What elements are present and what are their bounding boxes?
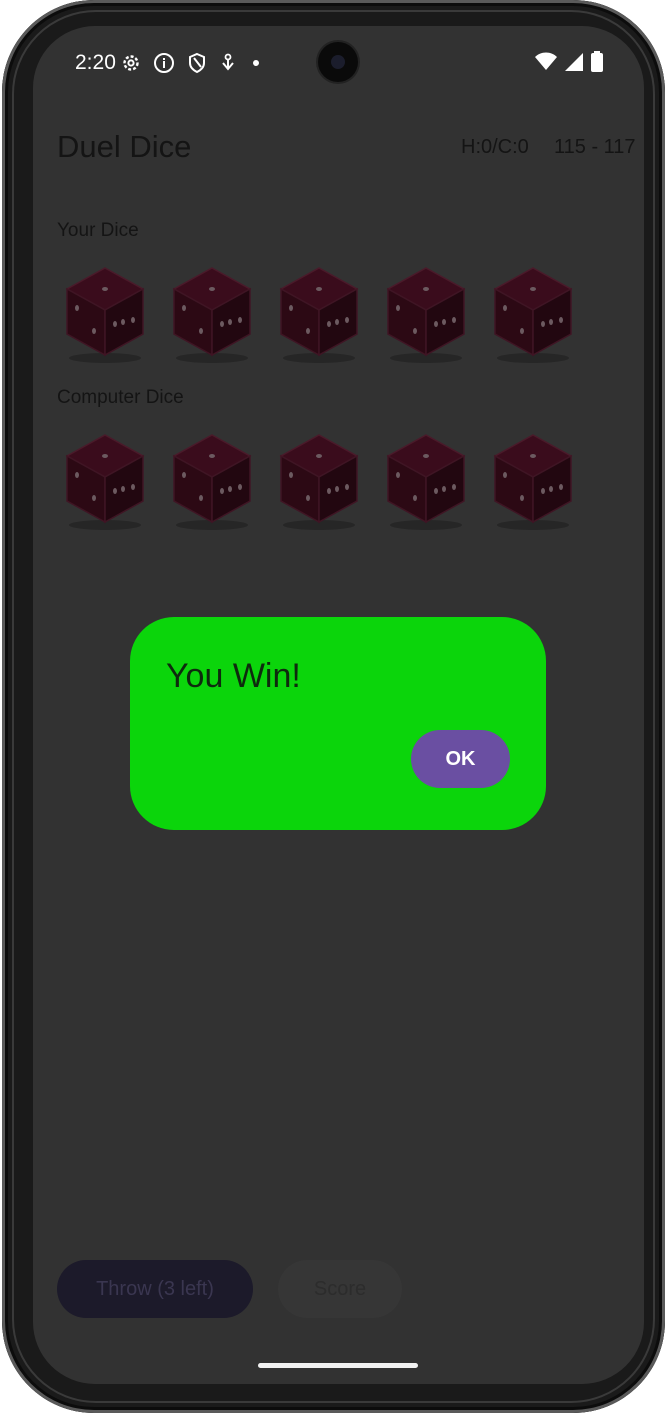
die-icon — [277, 433, 361, 531]
head-to-head-score: H:0/C:0 — [461, 136, 529, 158]
die-icon[interactable] — [170, 266, 254, 364]
home-indicator[interactable] — [258, 1363, 418, 1368]
status-time: 2:20 — [75, 51, 116, 74]
score-button[interactable]: Score — [278, 1260, 402, 1318]
ok-button[interactable]: OK — [411, 730, 510, 788]
screen: 2:20 Duel Dice H:0/C:0 115 - 117 Your Di… — [33, 26, 644, 1384]
status-right-icons — [534, 51, 604, 79]
computer-dice-row — [63, 433, 598, 531]
die-icon[interactable] — [384, 266, 468, 364]
result-dialog: You Win! OK — [130, 617, 546, 830]
throw-button[interactable]: Throw (3 left) — [57, 1260, 253, 1318]
total-score: 115 - 117 — [554, 136, 636, 158]
your-dice-label: Your Dice — [57, 220, 139, 241]
battery-icon — [590, 51, 604, 79]
die-icon[interactable] — [63, 266, 147, 364]
wifi-icon — [534, 52, 558, 78]
camera-cutout — [318, 42, 358, 82]
die-icon[interactable] — [491, 266, 575, 364]
shield-icon — [187, 52, 207, 74]
die-icon — [170, 433, 254, 531]
die-icon — [491, 433, 575, 531]
download-icon — [219, 52, 237, 74]
dialog-message: You Win! — [166, 657, 301, 695]
signal-icon — [564, 52, 584, 78]
dot-icon — [249, 56, 263, 70]
your-dice-row — [63, 266, 598, 364]
app-title: Duel Dice — [57, 129, 192, 164]
gear-icon — [121, 53, 141, 73]
die-icon — [63, 433, 147, 531]
status-left-icons — [121, 52, 263, 74]
die-icon[interactable] — [277, 266, 361, 364]
info-icon — [153, 52, 175, 74]
status-bar: 2:20 — [33, 26, 644, 98]
computer-dice-label: Computer Dice — [57, 387, 184, 408]
die-icon — [384, 433, 468, 531]
phone-frame: 2:20 Duel Dice H:0/C:0 115 - 117 Your Di… — [2, 0, 665, 1413]
